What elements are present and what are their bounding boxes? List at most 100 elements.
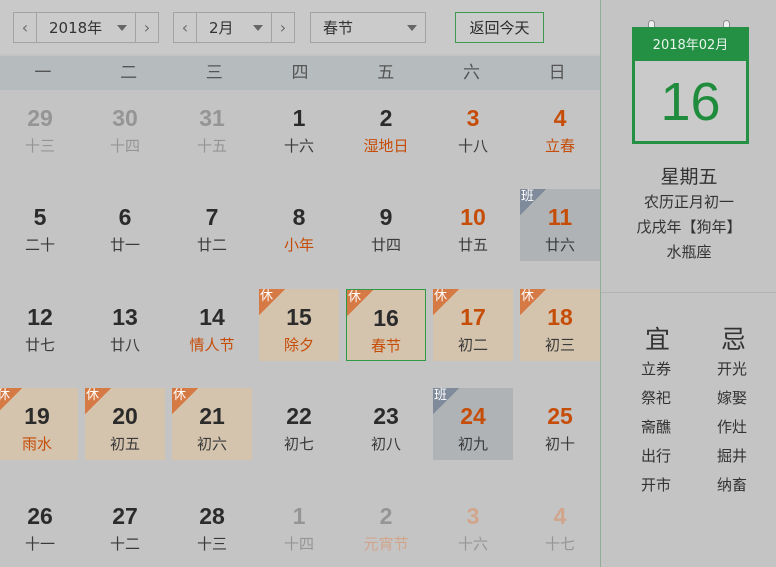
avoid-item: 作灶: [717, 418, 748, 436]
day-cell[interactable]: 休 16 春节: [346, 289, 426, 361]
day-cell[interactable]: 13 廿八: [85, 289, 165, 361]
day-cell[interactable]: 31 十五: [172, 90, 252, 162]
day-cell[interactable]: 28 十三: [172, 488, 252, 560]
chevron-down-icon: [117, 24, 127, 31]
day-cell[interactable]: 班 24 初九: [433, 388, 513, 460]
weekday-label: 二: [120, 63, 138, 83]
lunar-label: 廿一: [109, 236, 140, 254]
chevron-left-icon: ‹: [181, 18, 189, 37]
day-cell[interactable]: 27 十二: [85, 488, 165, 560]
lunar-label: 二十: [24, 236, 55, 254]
lunar-label: 初八: [370, 435, 401, 453]
day-number: 26: [27, 503, 53, 529]
day-cell[interactable]: 4 立春: [520, 90, 600, 162]
day-number: 1: [292, 503, 306, 529]
day-number: 23: [373, 403, 399, 429]
day-number: 30: [112, 105, 138, 131]
lunar-label: 廿八: [109, 336, 140, 354]
day-number: 20: [112, 403, 138, 429]
lunar-label: 雨水: [21, 435, 52, 453]
avoid-item: 纳畜: [717, 476, 748, 494]
day-cell[interactable]: 26 十一: [0, 488, 80, 560]
day-cell[interactable]: 休 18 初三: [520, 289, 600, 361]
day-number: 4: [553, 503, 567, 529]
calendar-day-number: 16: [660, 72, 721, 132]
day-number: 2: [379, 503, 393, 529]
day-cell[interactable]: 3 十六: [433, 488, 513, 560]
month-value: 2月: [209, 19, 234, 37]
panel-divider: [601, 292, 776, 293]
day-cell[interactable]: 休 20 初五: [85, 388, 165, 460]
day-number: 28: [199, 503, 225, 529]
weekday-label: 一: [34, 63, 52, 83]
lunar-label: 初五: [109, 435, 140, 453]
chevron-right-icon: ›: [143, 18, 151, 37]
day-cell[interactable]: 25 初十: [520, 388, 600, 460]
day-cell[interactable]: 22 初七: [259, 388, 339, 460]
day-cell[interactable]: 30 十四: [85, 90, 165, 162]
back-to-today-button[interactable]: 返回今天: [455, 12, 544, 43]
day-detail-panel: 2018年02月 16 星期五 农历正月初一 戊戌年【狗年】 水瓶座 宜 忌 立…: [600, 0, 776, 567]
day-cell[interactable]: 12 廿七: [0, 289, 80, 361]
day-cell[interactable]: 3 十八: [433, 90, 513, 162]
day-cell[interactable]: 2 元宵节: [346, 488, 426, 560]
avoid-item: 嫁娶: [717, 389, 748, 407]
calendar-grid: 29 十三 30 十四 31 十五 1 十六 2 湿地日 3 十八 4 立春 5 二十 6 廿一 7 廿二 8 小年 9 廿四…: [0, 90, 600, 567]
suitable-item: 开市: [641, 476, 672, 494]
day-number: 3: [466, 503, 480, 529]
day-cell[interactable]: 2 湿地日: [346, 90, 426, 162]
day-number: 15: [286, 304, 312, 330]
day-cell[interactable]: 休 15 除夕: [259, 289, 339, 361]
ganzhi-year: 戊戌年【狗年】: [636, 218, 742, 236]
weekday-label: 五: [377, 63, 395, 83]
day-cell[interactable]: 5 二十: [0, 189, 80, 261]
day-number: 27: [112, 503, 138, 529]
day-cell[interactable]: 6 廿一: [85, 189, 165, 261]
next-month-button[interactable]: ›: [271, 13, 294, 42]
day-cell[interactable]: 7 廿二: [172, 189, 252, 261]
weekday-header: 一二三四五六日: [0, 56, 600, 90]
day-cell[interactable]: 休 21 初六: [172, 388, 252, 460]
lunar-label: 十二: [109, 535, 140, 553]
toolbar: ‹ 2018年 › ‹ 2月 › 春节 返回今天: [0, 0, 600, 54]
day-cell[interactable]: 9 廿四: [346, 189, 426, 261]
day-number: 14: [199, 304, 225, 330]
day-cell[interactable]: 4 十七: [520, 488, 600, 560]
suitable-item: 斋醮: [641, 418, 672, 436]
year-dropdown[interactable]: 2018年: [37, 13, 135, 42]
day-cell[interactable]: 29 十三: [0, 90, 80, 162]
day-cell[interactable]: 1 十四: [259, 488, 339, 560]
day-number: 7: [205, 204, 219, 230]
holiday-selector[interactable]: 春节: [310, 12, 426, 43]
day-cell[interactable]: 班 11 廿六: [520, 189, 600, 261]
lunar-label: 廿二: [196, 236, 227, 254]
day-cell[interactable]: 8 小年: [259, 189, 339, 261]
lunar-label: 廿四: [370, 236, 401, 254]
badge-label: 休: [521, 289, 535, 304]
day-number: 31: [199, 105, 225, 131]
holiday-dropdown[interactable]: 春节: [311, 13, 425, 42]
day-cell[interactable]: 23 初八: [346, 388, 426, 460]
day-cell[interactable]: 10 廿五: [433, 189, 513, 261]
prev-month-button[interactable]: ‹: [174, 13, 197, 42]
prev-year-button[interactable]: ‹: [14, 13, 37, 42]
lunar-label: 十六: [283, 137, 314, 155]
day-number: 5: [33, 204, 47, 230]
day-number: 24: [460, 403, 486, 429]
lunar-label: 春节: [370, 337, 401, 355]
day-cell[interactable]: 1 十六: [259, 90, 339, 162]
day-number: 13: [112, 304, 138, 330]
suitable-item: 祭祀: [641, 389, 672, 407]
day-number: 21: [199, 403, 225, 429]
day-cell[interactable]: 休 17 初二: [433, 289, 513, 361]
month-dropdown[interactable]: 2月: [197, 13, 271, 42]
suitable-title: 宜: [645, 325, 671, 354]
day-number: 8: [292, 204, 306, 230]
day-cell[interactable]: 休 19 雨水: [0, 388, 78, 460]
next-year-button[interactable]: ›: [135, 13, 158, 42]
day-number: 3: [466, 105, 480, 131]
day-number: 16: [373, 305, 399, 331]
day-cell[interactable]: 14 情人节: [172, 289, 252, 361]
lunar-label: 廿五: [457, 236, 488, 254]
calendar-day-card: 16: [632, 61, 749, 144]
